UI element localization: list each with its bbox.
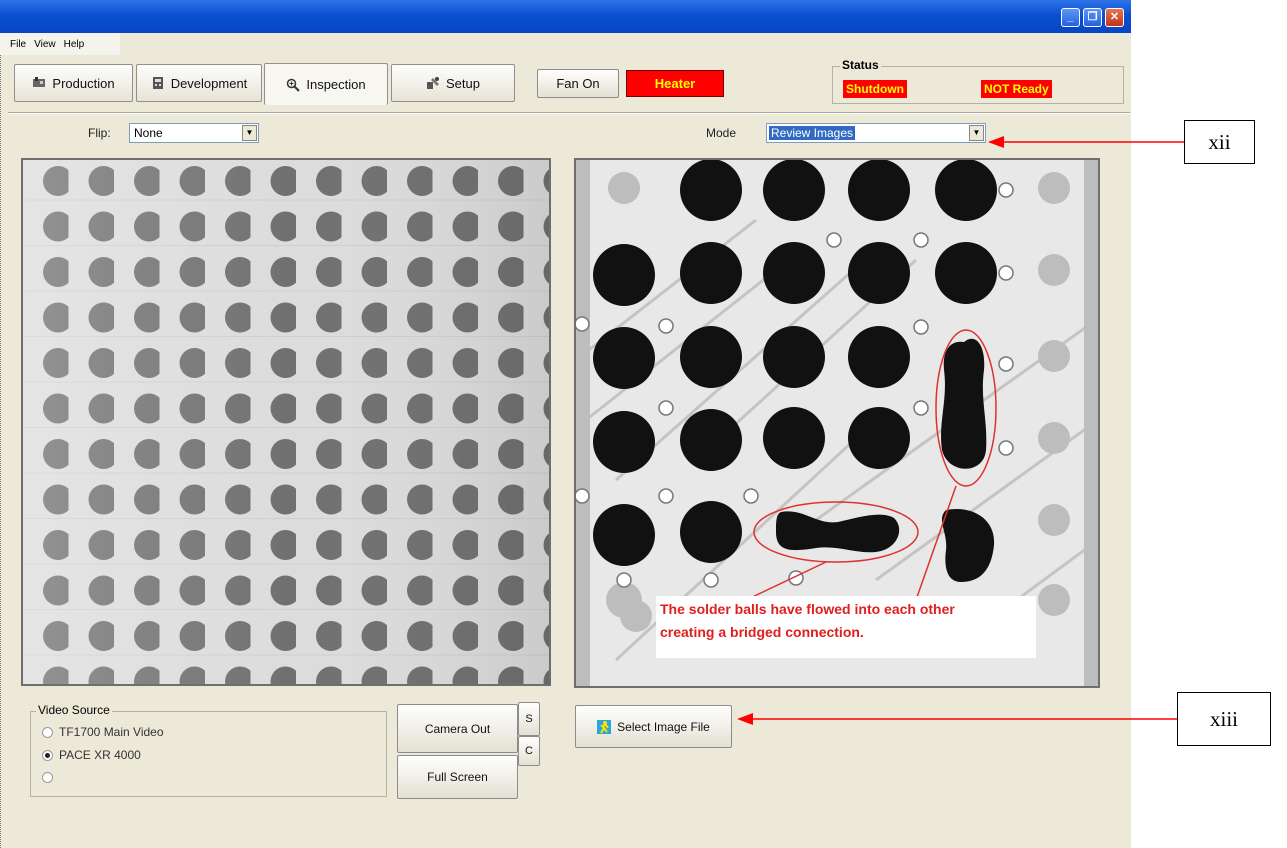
callout-mode: xii xyxy=(1184,120,1255,164)
callout-select: xiii xyxy=(1177,692,1271,746)
callout-arrows xyxy=(737,136,1184,725)
